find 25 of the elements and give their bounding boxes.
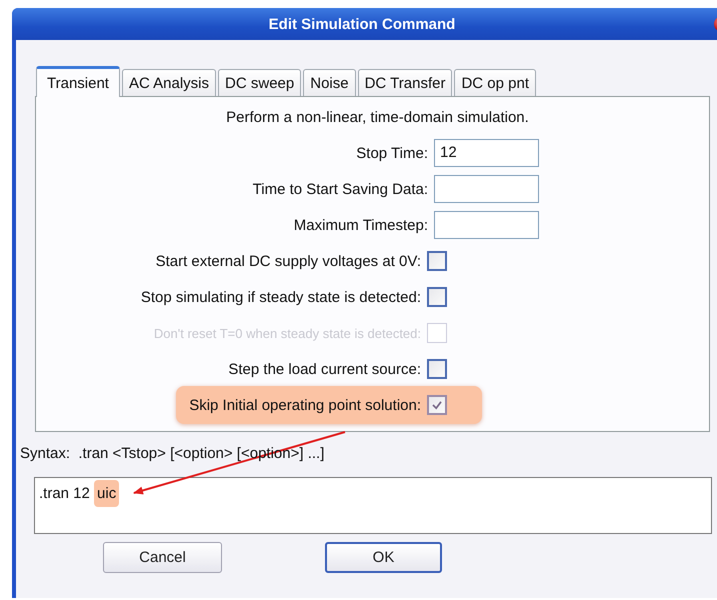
checkbox[interactable] — [427, 359, 447, 379]
checkbox[interactable] — [427, 251, 447, 271]
checkbox-label: Start external DC supply voltages at 0V: — [156, 252, 421, 270]
command-field[interactable]: .tran 12 uic — [34, 477, 712, 534]
checkbox[interactable] — [427, 395, 447, 415]
input-field[interactable] — [434, 211, 539, 239]
checkbox-label: Skip Initial operating point solution: — [189, 396, 421, 414]
tab[interactable]: DC op pnt — [454, 69, 536, 96]
dialog-button[interactable]: Cancel — [103, 542, 222, 573]
tab[interactable]: AC Analysis — [122, 69, 216, 96]
description-text: Perform a non-linear, time-domain simulation. — [225, 109, 530, 128]
tab[interactable]: DC Transfer — [358, 69, 452, 96]
tab[interactable]: DC sweep — [218, 69, 302, 96]
checkbox[interactable] — [427, 287, 447, 307]
window-title: Edit Simulation Command — [268, 16, 456, 32]
tab[interactable]: Transient — [36, 66, 120, 97]
dialog-button[interactable]: OK — [325, 542, 442, 573]
field-label: Time to Start Saving Data: — [252, 180, 428, 198]
input-field[interactable] — [434, 175, 539, 203]
checkbox-label: Stop simulating if steady state is detected: — [140, 288, 421, 306]
field-label: Maximum Timestep: — [294, 216, 428, 234]
tab[interactable]: Noise — [303, 69, 356, 96]
input-field[interactable]: 12 — [434, 139, 539, 167]
checkbox-label: Step the load current source: — [228, 360, 421, 378]
field-label: Stop Time: — [356, 144, 428, 162]
